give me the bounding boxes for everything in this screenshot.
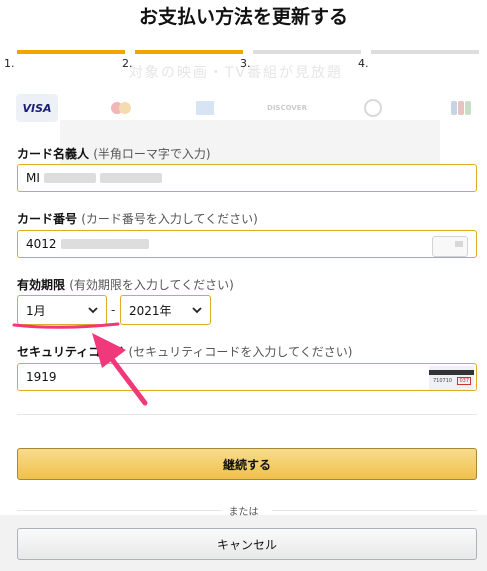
expiry-label: 有効期限 (有効期限を入力してください) [17, 276, 234, 293]
background-text: 対象の映画・TV番組が見放題 [128, 65, 344, 81]
form-divider [17, 414, 477, 415]
credit-card-icon [432, 236, 468, 257]
discover-icon: DISCOVER [267, 104, 307, 112]
step-number-1: 1. [4, 57, 15, 70]
cardholder-hint: (半角ローマ字で入力) [93, 147, 211, 161]
diners-icon [352, 94, 394, 122]
step-number-2: 2. [122, 57, 133, 70]
continue-button[interactable]: 継続する [17, 448, 477, 480]
chevron-down-icon [192, 307, 202, 314]
security-code-label: セキュリティコード (セキュリティコードを入力してください) [17, 343, 352, 360]
expiry-label-text: 有効期限 [17, 278, 66, 292]
card-number-label: カード番号 (カード番号を入力してください) [17, 210, 258, 227]
redacted-text [99, 173, 162, 183]
or-text: または [228, 507, 259, 518]
page-title: お支払い方法を更新する [138, 6, 348, 28]
security-code-label-text: セキュリティコード [17, 345, 125, 359]
expiry-month-value: 1月 [26, 303, 46, 318]
cancel-button[interactable]: キャンセル [17, 528, 477, 560]
card-number-label-text: カード番号 [17, 212, 78, 226]
expiry-hint: (有効期限を入力してください) [69, 278, 234, 292]
chevron-down-icon [88, 307, 98, 314]
step-bar-3 [253, 50, 361, 54]
mastercard-icon [100, 94, 142, 122]
cardholder-value: MI [26, 171, 40, 185]
cardholder-input[interactable]: MI [17, 164, 477, 192]
security-code-value: 1919 [26, 370, 57, 384]
card-back-icon: 710710 037 [429, 366, 474, 390]
step-bar-1 [17, 50, 125, 54]
expiry-separator: - [111, 303, 116, 317]
card-brand-list: VISA DISCOVER [0, 94, 487, 124]
cardholder-label-text: カード名義人 [17, 147, 90, 161]
step-bar-4 [371, 50, 479, 54]
amex-icon [184, 94, 226, 122]
step-bar-2 [135, 50, 243, 54]
redacted-text [60, 239, 149, 249]
card-back-number: 710710 [433, 378, 453, 384]
card-back-code: 037 [457, 377, 471, 385]
security-code-input[interactable]: 1919 710710 037 [17, 363, 477, 391]
redacted-text [43, 173, 96, 183]
security-code-hint: (セキュリティコードを入力してください) [128, 345, 353, 359]
step-number-3: 3. [240, 57, 251, 70]
jcb-icon [440, 94, 482, 122]
expiry-month-select[interactable]: 1月 [17, 295, 107, 325]
cardholder-label: カード名義人 (半角ローマ字で入力) [17, 145, 211, 162]
card-number-value: 4012 [26, 237, 57, 251]
card-number-input[interactable]: 4012 [17, 230, 477, 258]
card-number-hint: (カード番号を入力してください) [81, 212, 258, 226]
visa-icon: VISA [16, 94, 58, 122]
step-number-4: 4. [358, 57, 369, 70]
expiry-year-value: 2021年 [129, 303, 172, 318]
expiry-year-select[interactable]: 2021年 [120, 295, 211, 325]
